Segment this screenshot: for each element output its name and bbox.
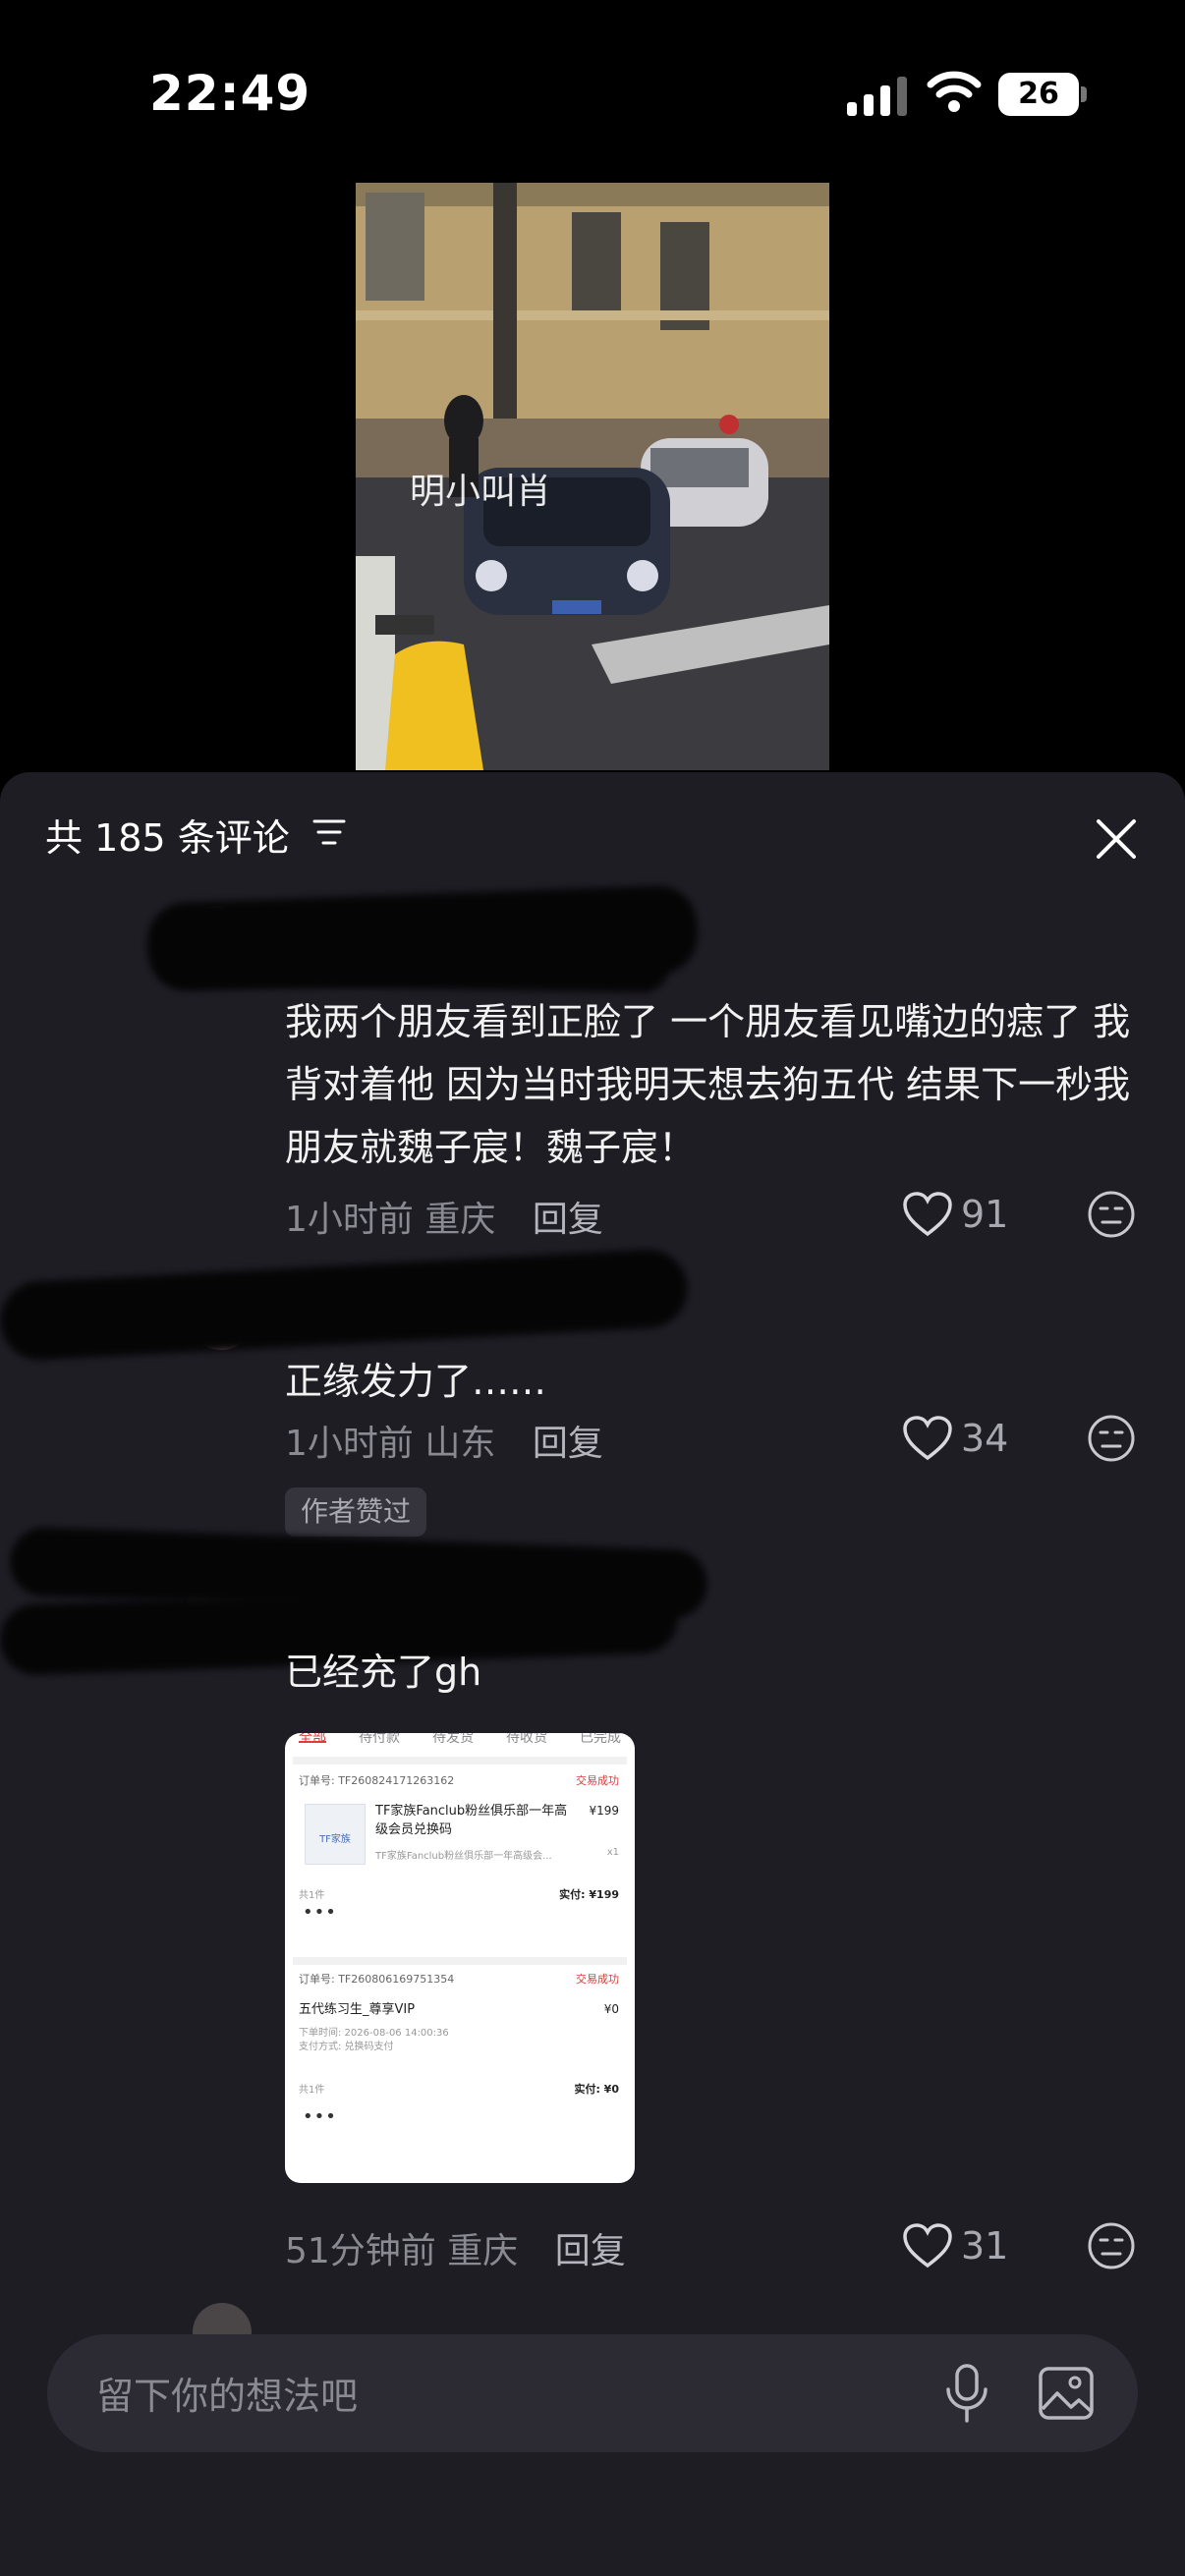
order-tab: 全部: [299, 1733, 326, 1746]
comment-input[interactable]: 留下你的想法吧: [96, 2366, 358, 2420]
order-tab: 已完成: [580, 1733, 621, 1746]
order-tab: 待收货: [506, 1733, 547, 1746]
order-tab: 待付款: [359, 1733, 400, 1746]
order-count: 共1件: [299, 2085, 325, 2096]
order-count: 共1件: [299, 1890, 325, 1901]
sort-filter-icon[interactable]: [312, 817, 346, 847]
comment-text: 已经充了gh: [285, 1651, 482, 1694]
comment-input-bar[interactable]: 留下你的想法吧: [47, 2334, 1138, 2452]
like-button[interactable]: 31: [902, 2222, 1008, 2269]
like-button[interactable]: 34: [902, 1415, 1008, 1462]
order-item-subtitle: TF家族Fanclub粉丝俱乐部一年高级会...: [375, 1851, 552, 1862]
more-icon[interactable]: •••: [303, 1902, 337, 1923]
heart-icon: [903, 1192, 952, 1237]
comment-time: 1小时前: [285, 1200, 414, 1240]
comment-meta: 51分钟前 重庆 回复: [285, 2222, 626, 2273]
order-status: 交易成功: [576, 1774, 619, 1787]
order-tabs: 全部 待付款 待发货 待收货 已完成: [285, 1733, 635, 1746]
wifi-icon: [927, 71, 982, 112]
image-picker-icon[interactable]: [1038, 2366, 1095, 2421]
battery-indicator: 26: [998, 73, 1079, 116]
comment-text: 正缘发力了……: [285, 1360, 547, 1403]
heart-icon: [903, 1416, 952, 1461]
redaction-mark: [156, 934, 669, 993]
comment-location: 重庆: [424, 1200, 496, 1240]
comment-time: 51分钟前: [285, 2231, 436, 2271]
author-liked-badge: 作者赞过: [285, 1487, 427, 1537]
dislike-face-icon[interactable]: [1087, 1190, 1136, 1239]
like-count: 34: [961, 1417, 1009, 1460]
dislike-face-icon[interactable]: [1087, 1414, 1136, 1463]
cellular-signal-icon: [847, 77, 907, 116]
order-card: 订单号: TF260806169751354 交易成功 五代练习生_尊享VIP …: [293, 1957, 627, 2181]
dislike-face-icon[interactable]: [1087, 2221, 1136, 2270]
status-time: 22:49: [149, 65, 311, 122]
microphone-icon[interactable]: [941, 2362, 992, 2425]
reply-button[interactable]: 回复: [533, 1200, 603, 1240]
order-item-title: 五代练习生_尊享VIP: [299, 2002, 416, 2017]
like-count: 31: [961, 2224, 1009, 2268]
reply-button[interactable]: 回复: [555, 2231, 626, 2271]
order-paid: 实付: ¥0: [574, 2083, 619, 2096]
order-number: 订单号: TF260806169751354: [299, 1973, 455, 1986]
order-number: 订单号: TF260824171263162: [299, 1774, 455, 1787]
reply-button[interactable]: 回复: [533, 1424, 603, 1464]
order-status: 交易成功: [576, 1973, 619, 1986]
heart-icon: [903, 2223, 952, 2268]
order-time: 下单时间: 2026-08-06 14:00:36: [299, 2028, 449, 2039]
comment-panel: 共 185 条评论 我两个朋友看到正脸了 一个朋友看见嘴边的痣了 我背对着他 因…: [0, 772, 1185, 2576]
video-player[interactable]: 明小叫肖: [356, 183, 829, 770]
more-icon[interactable]: •••: [303, 2106, 337, 2127]
comment-meta: 1小时前 重庆 回复: [285, 1191, 603, 1242]
comment-location: 重庆: [447, 2231, 519, 2271]
product-thumbnail: TF家族: [305, 1804, 366, 1865]
order-tab: 待发货: [432, 1733, 474, 1746]
comment-meta: 1小时前 山东 回复: [285, 1415, 603, 1466]
comment-count: 共 185 条评论: [45, 816, 290, 860]
comment-text: 我两个朋友看到正脸了 一个朋友看见嘴边的痣了 我背对着他 因为当时我明天想去狗五…: [285, 1000, 1131, 1169]
close-icon[interactable]: [1093, 815, 1140, 863]
redaction-mark: [0, 1247, 690, 1363]
order-card: 订单号: TF260824171263162 交易成功 TF家族 TF家族Fan…: [293, 1757, 627, 1957]
order-item-price: ¥0: [603, 2002, 619, 2016]
status-bar: 22:49 26: [0, 0, 1185, 177]
order-pay-method: 支付方式: 兑换码支付: [299, 2042, 394, 2052]
comment-image[interactable]: 全部 待付款 待发货 待收货 已完成 订单号: TF26082417126316…: [285, 1733, 635, 2183]
order-item-title: TF家族Fanclub粉丝俱乐部一年高级会员兑换码: [375, 1804, 568, 1837]
comment-location: 山东: [424, 1424, 496, 1464]
order-paid: 实付: ¥199: [559, 1888, 619, 1901]
comment-time: 1小时前: [285, 1424, 414, 1464]
battery-tip: [1081, 86, 1087, 102]
order-item-qty: x1: [606, 1847, 619, 1858]
like-button[interactable]: 91: [902, 1191, 1008, 1238]
video-watermark: 明小叫肖: [410, 472, 552, 512]
like-count: 91: [961, 1193, 1009, 1236]
order-item-price: ¥199: [589, 1804, 619, 1818]
